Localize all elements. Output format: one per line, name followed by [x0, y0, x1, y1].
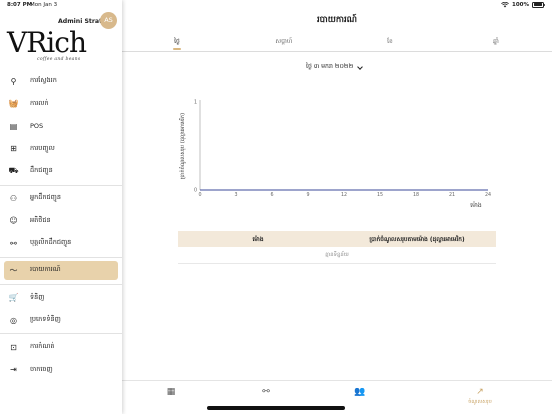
sidebar-item-label: ការបញ្ចូល [30, 143, 55, 152]
sidebar-item-sell[interactable]: 🧺 ការលក់ [0, 93, 122, 116]
main-content: របាយការណ៍ ថ្ងៃ សប្តាហ៍ ខែ ឆ្នាំ ថ្ងៃ ៣ មករា… [122, 0, 552, 414]
sidebar-item-logout[interactable]: ⇥ ចាកចេញ [0, 358, 122, 381]
logout-icon: ⇥ [10, 365, 17, 375]
y-tick-label: 0 [194, 188, 197, 194]
basket-icon: 🧺 [8, 99, 19, 109]
empty-state: គ្មានទិន្នន័យ [178, 247, 496, 264]
tab-1[interactable]: សប្តាហ៍ [269, 37, 299, 46]
bottom-nav-item-2[interactable]: 👥 [340, 387, 380, 398]
sidebar-item-label: ការកំណត់ [30, 342, 55, 351]
wifi-icon [501, 1, 509, 7]
x-tick-label: 3 [234, 192, 237, 198]
x-tick-label: 21 [449, 192, 455, 198]
truck-icon: ⛟ [8, 166, 19, 176]
bottom-nav-item-0[interactable]: ▦ [151, 387, 191, 398]
x-tick-label: 15 [377, 192, 383, 198]
sidebar-item-label: អ្នកដឹកជញ្ជូន [30, 193, 61, 202]
sidebar-item-pos[interactable]: ▤ POS [0, 115, 122, 138]
sidebar-item-label: ដឹកជញ្ជូន [30, 166, 53, 175]
tab-3[interactable]: ឆ្នាំ [481, 37, 511, 46]
logo-tagline: coffee and beans [37, 57, 81, 62]
sidebar-item-label: ប្រភេទទំនិញ [30, 315, 61, 324]
sidebar-item-settings[interactable]: ⊡ ការកំណត់ [0, 336, 122, 359]
sidebar-item-report[interactable]: 〜 របាយការណ៍ [0, 259, 122, 282]
status-time: 8:07 PM [7, 2, 33, 8]
sidebar-menu: ⚲ ការស្វែងរក 🧺 ការលក់ ▤ POS ⊞ ការបញ្ចូល ⛟ ដឹកជញ្ជ… [0, 70, 122, 381]
table-header: ម៉ោង ប្រាក់ចំណូលសរុបតាមម៉ោង (ដុល្លារអាមេ… [178, 231, 496, 247]
period-tabs: ថ្ងៃ សប្តាហ៍ ខែ ឆ្នាំ [122, 34, 552, 52]
search-icon: ⚲ [10, 76, 17, 86]
logo-wordmark: VRich [7, 26, 87, 59]
menu-divider [0, 184, 122, 186]
sidebar-item-products[interactable]: 🛒 ទំនិញ [0, 286, 122, 309]
x-tick-label: 9 [306, 192, 309, 198]
sidebar-item-label: របាយការណ៍ [30, 265, 61, 274]
y-axis-label: ប្រាក់ចំណូលសរុប (ដុល្លារអាមេរិក) [179, 113, 186, 179]
sidebar-item-search[interactable]: ⚲ ការស្វែងរក [0, 70, 122, 93]
active-highlight [4, 261, 118, 280]
brand-logo: VRich coffee and beans [7, 26, 87, 66]
status-indicators: 100% [501, 1, 545, 8]
x-axis-label: ម៉ោង [470, 201, 482, 209]
motorbike-icon: ⚇ [9, 193, 18, 203]
bicycle-icon: ⚯ [262, 387, 270, 397]
menu-divider [0, 333, 122, 334]
revenue-table: ម៉ោង ប្រាក់ចំណូលសរុបតាមម៉ោង (ដុល្លារអាមេ… [178, 231, 496, 264]
battery-percent: 100% [512, 1, 529, 8]
bottom-nav-label: ចំណូលសរុប [468, 399, 492, 405]
trend-icon: 〜 [9, 265, 18, 275]
tab-active-indicator [173, 48, 181, 50]
bottom-nav-item-3[interactable]: ↗ ចំណូលសរុប [460, 387, 500, 406]
date-selector[interactable]: ថ្ងៃ ៣ មករា ២០២២ [306, 63, 364, 72]
x-tick-label: 24 [485, 192, 491, 198]
sidebar-item-categories[interactable]: ◎ ប្រភេទទំនិញ [0, 309, 122, 332]
cart-icon: 🛒 [8, 293, 19, 303]
column-header-hour: ម៉ោង [252, 236, 264, 243]
sidebar-item-purchase[interactable]: ⊞ ការបញ្ចូល [0, 138, 122, 161]
y-tick-label: 1 [194, 100, 197, 106]
menu-divider [0, 283, 122, 285]
page-title: របាយការណ៍ [316, 15, 358, 25]
sidebar-item-delivery-men[interactable]: ⚇ អ្នកដឹកជញ្ជូន [0, 187, 122, 210]
sidebar-item-label: ទំនិញ [30, 292, 45, 301]
x-tick-label: 18 [413, 192, 419, 198]
trend-icon: ↗ [476, 387, 484, 397]
battery-icon [532, 1, 545, 8]
date-selector-label: ថ្ងៃ ៣ មករា ២០២២ [306, 63, 354, 70]
face-icon: ☺ [9, 216, 18, 226]
column-header-amount: ប្រាក់ចំណូលសរុបតាមម៉ោង (ដុល្លារអាមេរិក) [369, 236, 465, 243]
dashboard-icon: ▦ [166, 387, 176, 397]
sidebar-item-label: ចាកចេញ [30, 364, 53, 373]
sidebar-item-label: អតិថិជន [30, 215, 51, 224]
x-tick-label: 12 [341, 192, 347, 198]
chevron-down-icon [357, 63, 364, 70]
sidebar-item-label: ការស្វែងរក [30, 76, 57, 85]
avatar[interactable]: AS [100, 12, 117, 29]
x-tick-label: 6 [270, 192, 273, 198]
chart-canvas: 0 3 6 9 12 15 18 21 24 0 1 ម៉ោង ប្រាក់ចំណូលសរុប (ដុល… [179, 100, 491, 209]
sidebar: Admini Strator AS VRich coffee and beans… [0, 0, 122, 414]
register-icon: ▤ [9, 121, 18, 131]
sidebar-item-label: បុគ្គលិកដឹកជញ្ជូន [30, 238, 72, 247]
status-bar: 8:07 PM Mon Jan 3 100% [0, 0, 552, 10]
sidebar-item-label: ការលក់ [30, 98, 49, 107]
tab-2[interactable]: ខែ [375, 37, 405, 46]
menu-divider [0, 256, 122, 258]
status-date: Mon Jan 3 [30, 2, 58, 8]
sidebar-item-label: POS [30, 122, 44, 131]
tab-0[interactable]: ថ្ងៃ [162, 37, 192, 46]
add-box-icon: ⊞ [10, 144, 17, 154]
settings-box-icon: ⊡ [10, 342, 17, 352]
bottom-nav-item-1[interactable]: ⚯ [246, 387, 286, 398]
category-icon: ◎ [10, 315, 17, 325]
revenue-chart: 0 3 6 9 12 15 18 21 24 0 1 ម៉ោង ប្រាក់ចំណូលសរុប (ដុល… [172, 90, 502, 220]
people-icon: 👥 [354, 387, 366, 397]
home-indicator [207, 406, 345, 410]
sidebar-item-delivery-staff[interactable]: ⚯ បុគ្គលិកដឹកជញ្ជូន [0, 232, 122, 255]
sidebar-item-delivery[interactable]: ⛟ ដឹកជញ្ជូន [0, 160, 122, 183]
bicycle-icon: ⚯ [10, 238, 17, 248]
sidebar-item-customers[interactable]: ☺ អតិថិជន [0, 210, 122, 233]
x-tick-label: 0 [198, 192, 201, 198]
